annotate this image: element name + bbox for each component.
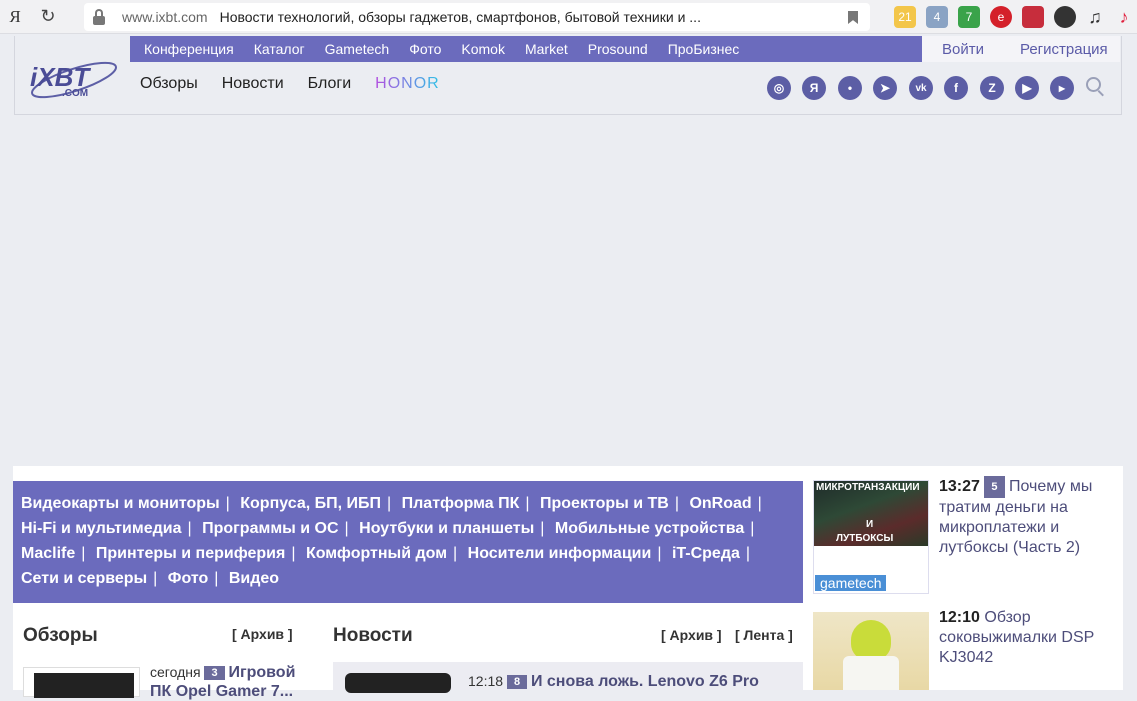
category-link[interactable]: Комфортный дом	[306, 545, 447, 562]
category-link[interactable]: Maclife	[21, 545, 75, 562]
news-time: 12:18	[468, 673, 504, 689]
dark-extension-icon[interactable]	[1054, 6, 1076, 28]
nav-blogs[interactable]: Блоги	[308, 75, 352, 93]
category-link[interactable]: OnRoad	[689, 495, 751, 512]
url-text: www.ixbt.com	[122, 9, 208, 25]
nav-reviews[interactable]: Обзоры	[140, 75, 198, 93]
news-archive-link[interactable]: [ Архив ]	[661, 627, 722, 643]
reviews-heading[interactable]: Обзоры	[23, 625, 98, 647]
youtube-icon[interactable]: ▶	[1015, 76, 1039, 100]
ixbt-logo[interactable]: iXBT .COM	[28, 58, 120, 100]
sidebar-article-2: 12:10 Обзор соковыжималки DSP KJ3042	[939, 608, 1119, 668]
yandex-icon[interactable]: Я	[802, 76, 826, 100]
facebook-icon[interactable]: f	[944, 76, 968, 100]
category-link[interactable]: Проекторы и ТВ	[540, 495, 669, 512]
reviews-archive-link[interactable]: [ Архив ]	[232, 626, 293, 642]
e-extension-icon[interactable]: e	[990, 6, 1012, 28]
image-caption-mid: И	[866, 519, 874, 530]
live-icon[interactable]: ▶	[1050, 76, 1074, 100]
sidebar-article-image[interactable]: МИКРОТРАНЗАКЦИИ И ЛУТБОКСЫ gametech	[813, 480, 929, 594]
page-title-text: Новости технологий, обзоры гаджетов, сма…	[219, 9, 701, 25]
register-link[interactable]: Регистрация	[1020, 41, 1108, 58]
article-time: 13:27	[939, 478, 980, 496]
news-heading[interactable]: Новости	[333, 625, 413, 647]
instagram-icon[interactable]: ◎	[767, 76, 791, 100]
category-menu: Видеокарты и мониторы | Корпуса, БП, ИБП |…	[13, 481, 803, 603]
category-link[interactable]: iT-Среда	[672, 545, 740, 562]
topnav-catalog[interactable]: Каталог	[254, 41, 305, 57]
login-link[interactable]: Войти	[942, 41, 984, 58]
category-link[interactable]: Hi-Fi и мультимедиа	[21, 520, 181, 537]
logo-sub: .COM	[62, 88, 88, 99]
image-caption-bottom: ЛУТБОКСЫ	[836, 533, 894, 544]
download-extension-icon[interactable]: 7	[958, 6, 980, 28]
address-bar[interactable]: www.ixbt.com Новости технологий, обзоры …	[84, 3, 870, 31]
category-link[interactable]: Корпуса, БП, ИБП	[240, 495, 381, 512]
music-extension-icon[interactable]: ♫	[1084, 6, 1106, 28]
comment-count-badge[interactable]: 3	[204, 666, 225, 681]
topnav-gametech[interactable]: Gametech	[325, 41, 390, 57]
top-navigation: Конференция Каталог Gametech Фото Komok …	[130, 36, 922, 62]
category-link[interactable]: Видео	[229, 570, 279, 587]
bookmark-icon[interactable]	[848, 11, 858, 24]
weather-extension-icon[interactable]: 21	[894, 6, 916, 28]
category-link[interactable]: Видеокарты и мониторы	[21, 495, 220, 512]
reload-icon[interactable]: ↻	[36, 6, 60, 27]
review-item: сегодня 3 Игровой	[150, 664, 295, 682]
lock-icon	[92, 9, 106, 25]
gametech-tag[interactable]: gametech	[815, 575, 887, 591]
news-feed-link[interactable]: [ Лента ]	[735, 627, 793, 643]
review-title[interactable]: Игровой	[228, 664, 295, 681]
category-link[interactable]: Носители информации	[468, 545, 652, 562]
note-extension-icon[interactable]: ♪	[1113, 6, 1135, 28]
sidebar-article-image-juicer[interactable]	[813, 612, 929, 690]
category-link[interactable]: Платформа ПК	[402, 495, 520, 512]
telegram-icon[interactable]: ➤	[873, 76, 897, 100]
image-caption-top: МИКРОТРАНЗАКЦИИ	[816, 482, 920, 493]
topnav-prosound[interactable]: Prosound	[588, 41, 648, 57]
article-time: 12:10	[939, 609, 980, 626]
topnav-probusiness[interactable]: ПроБизнес	[668, 41, 740, 57]
nav-honor-brand[interactable]: HONOR	[375, 75, 440, 93]
category-link[interactable]: Принтеры и периферия	[96, 545, 285, 562]
yandex-browser-logo[interactable]: Я	[0, 7, 30, 27]
browser-toolbar: Я ↻ www.ixbt.com Новости технологий, обз…	[0, 0, 1137, 34]
review-title-line2[interactable]: ПК Opel Gamer 7...	[150, 683, 293, 701]
search-icon[interactable]	[1086, 77, 1106, 97]
news-title[interactable]: И снова ложь. Lenovo Z6 Pro	[531, 673, 759, 690]
topnav-photo[interactable]: Фото	[409, 41, 441, 57]
topnav-market[interactable]: Market	[525, 41, 568, 57]
news-thumbnail[interactable]	[345, 673, 451, 693]
comment-count-badge[interactable]: 8	[506, 675, 528, 690]
review-time: сегодня	[150, 664, 201, 680]
topnav-komok[interactable]: Komok	[461, 41, 505, 57]
review-thumbnail[interactable]	[23, 667, 140, 698]
nav-news[interactable]: Новости	[222, 75, 284, 93]
topnav-conference[interactable]: Конференция	[144, 41, 234, 57]
sidebar-article-1: 13:27 5 Почему мы тратим деньги на микро…	[939, 476, 1119, 558]
auth-links: Войти Регистрация	[922, 36, 1120, 62]
category-link[interactable]: Мобильные устройства	[555, 520, 744, 537]
category-link[interactable]: Ноутбуки и планшеты	[359, 520, 534, 537]
news-item: 12:18 8 И снова ложь. Lenovo Z6 Pro	[468, 673, 759, 691]
category-link[interactable]: Сети и серверы	[21, 570, 147, 587]
comment-count-badge[interactable]: 5	[984, 476, 1005, 498]
zen-icon[interactable]: Z	[980, 76, 1004, 100]
twitter-icon[interactable]: •	[838, 76, 862, 100]
main-navigation: Обзоры Новости Блоги HONOR	[140, 75, 464, 93]
category-link[interactable]: Фото	[168, 570, 208, 587]
red-extension-icon[interactable]	[1022, 6, 1044, 28]
vk-icon[interactable]: vk	[909, 76, 933, 100]
mail-extension-icon[interactable]: 4	[926, 6, 948, 28]
category-link[interactable]: Программы и ОС	[202, 520, 338, 537]
